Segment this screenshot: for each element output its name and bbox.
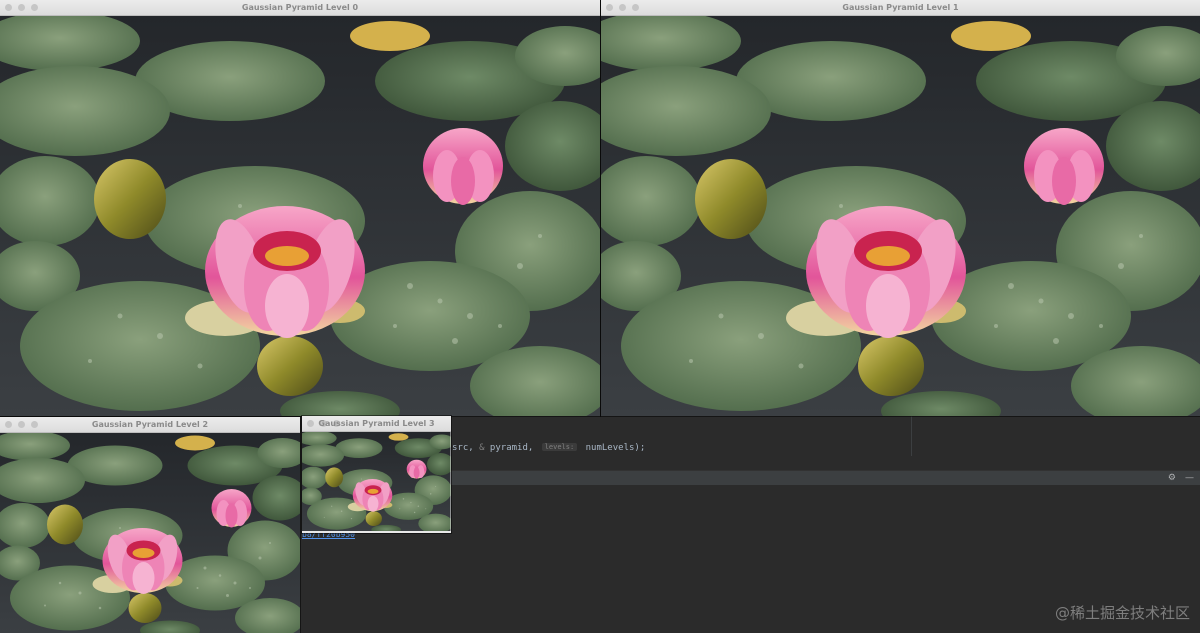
window-title: Gaussian Pyramid Level 3 — [318, 419, 435, 428]
editor-splitter[interactable] — [911, 416, 912, 456]
lotus-image — [0, 433, 300, 633]
lotus-image — [601, 16, 1200, 416]
code-text-mid: pyramid, — [484, 443, 539, 453]
code-text-end: numLevels); — [580, 443, 646, 453]
gear-icon[interactable]: ⚙ — [1168, 471, 1176, 485]
pyramid-window-level-0[interactable]: Gaussian Pyramid Level 0 — [0, 0, 600, 416]
window-title: Gaussian Pyramid Level 1 — [842, 3, 959, 12]
image-canvas[interactable] — [302, 432, 451, 533]
image-canvas[interactable] — [601, 16, 1200, 416]
pyramid-window-level-1[interactable]: Gaussian Pyramid Level 1 — [601, 0, 1200, 416]
window-title: Gaussian Pyramid Level 2 — [91, 420, 209, 429]
pyramid-window-level-2[interactable]: Gaussian Pyramid Level 2 — [0, 417, 300, 633]
pyramid-window-level-3[interactable]: Gaussian Pyramid Level 3 — [302, 416, 451, 533]
image-canvas[interactable] — [0, 16, 600, 416]
code-text-start: src, — [452, 443, 480, 453]
minimize-icon[interactable]: — — [1185, 471, 1194, 485]
lotus-image — [302, 432, 451, 531]
window-title: Gaussian Pyramid Level 0 — [241, 3, 359, 12]
image-canvas[interactable] — [0, 433, 300, 633]
window-titlebar[interactable]: Gaussian Pyramid Level 0 — [0, 0, 600, 16]
watermark: @稀土掘金技术社区 — [1054, 604, 1190, 622]
window-titlebar[interactable]: Gaussian Pyramid Level 1 — [601, 0, 1200, 16]
window-titlebar[interactable]: Gaussian Pyramid Level 3 — [302, 416, 451, 432]
run-panel-header: ⚙ — — [440, 470, 1200, 486]
window-titlebar[interactable]: Gaussian Pyramid Level 2 — [0, 417, 300, 433]
parameter-hint: levels: — [541, 443, 578, 451]
lotus-image — [0, 16, 600, 416]
code-line[interactable]: src, & pyramid, levels: numLevels); — [452, 443, 645, 453]
